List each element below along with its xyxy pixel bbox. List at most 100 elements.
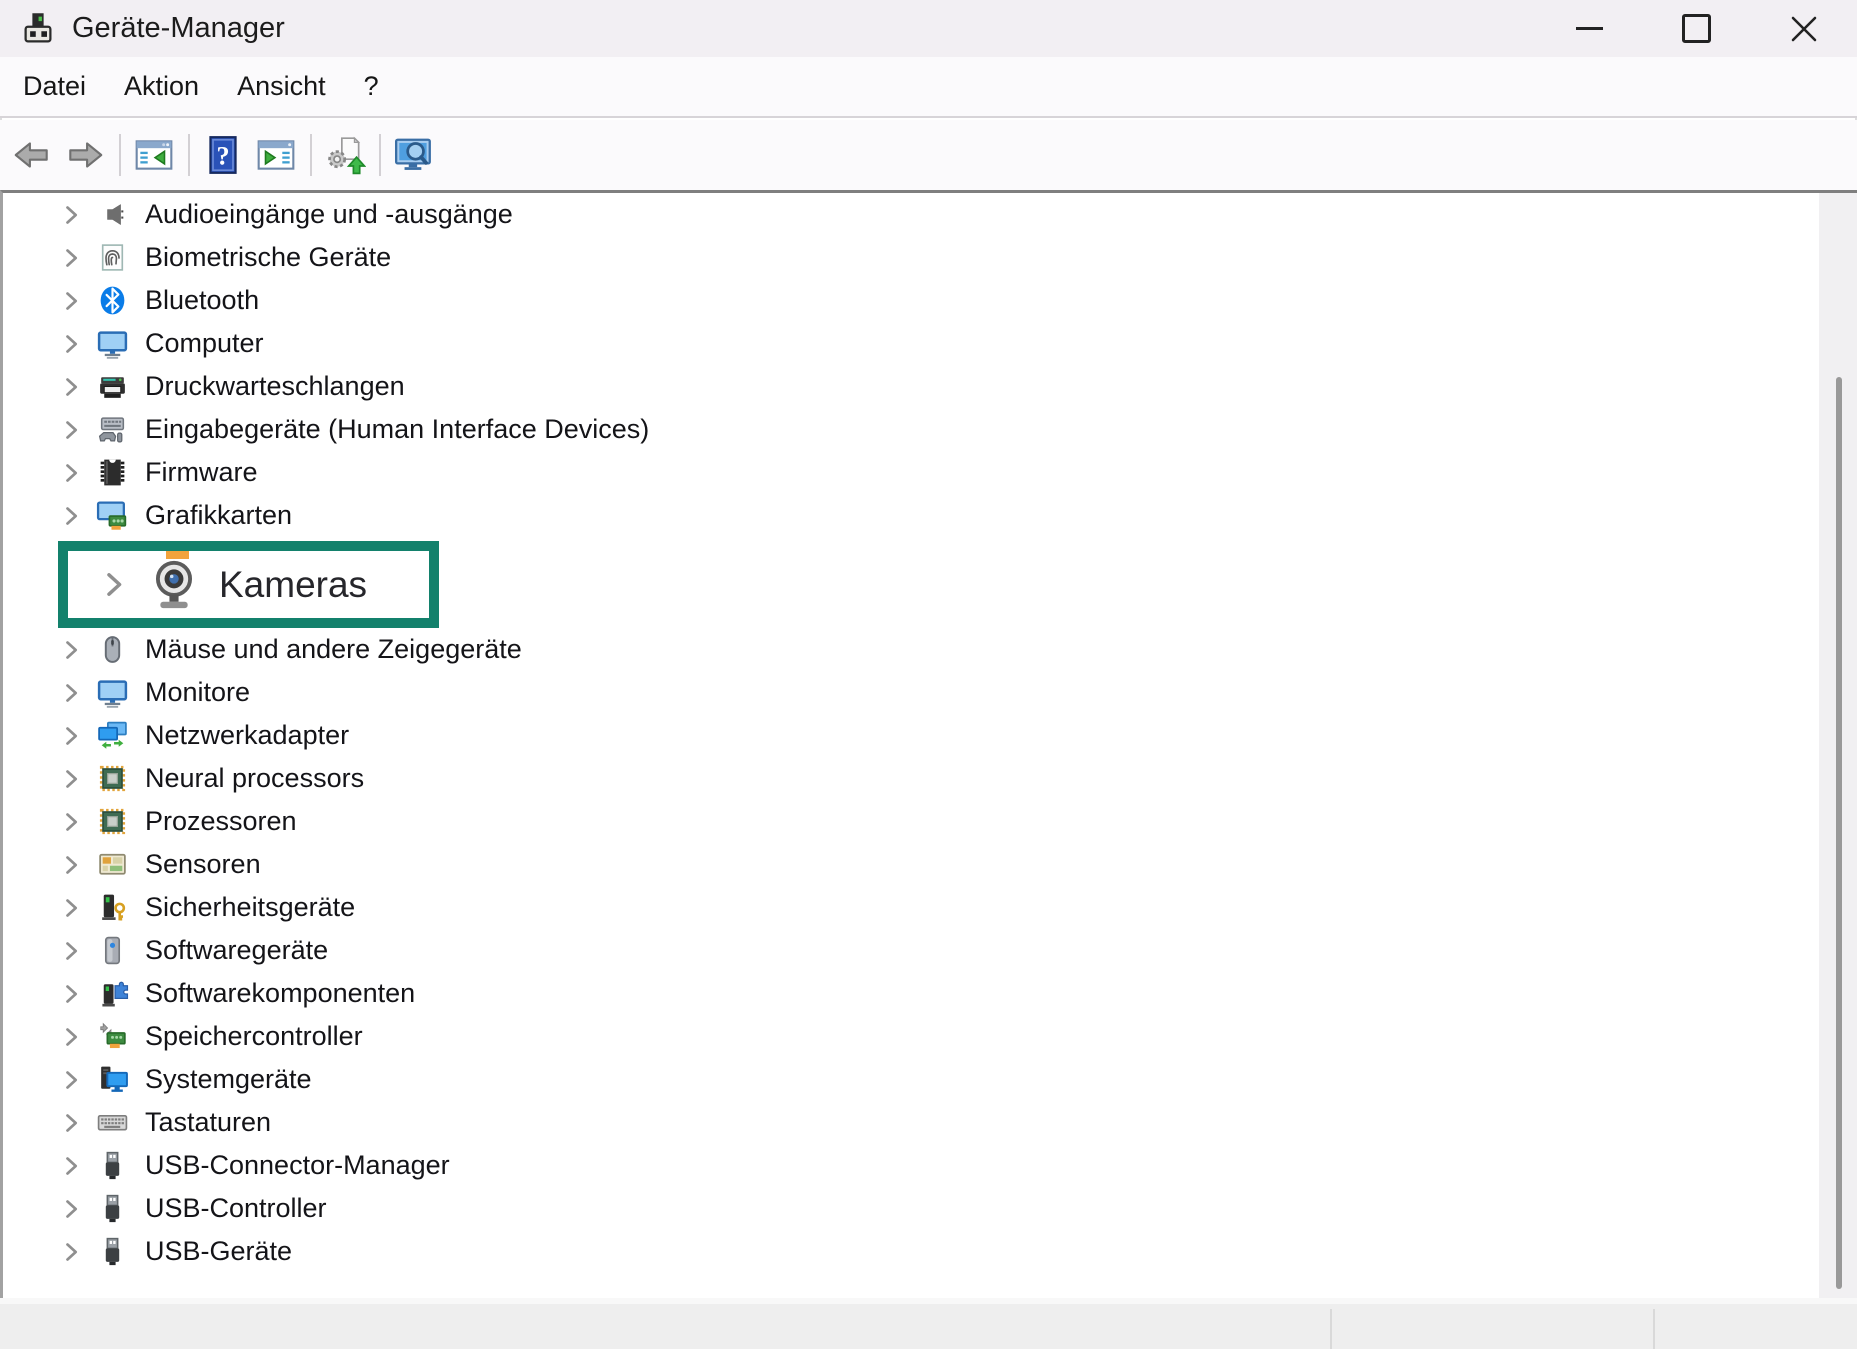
menu-ansicht[interactable]: Ansicht xyxy=(218,71,345,102)
tree-item-speichercontroller[interactable]: Speichercontroller xyxy=(3,1015,1857,1058)
chevron-right-icon[interactable] xyxy=(59,724,83,748)
tree-item-label: Firmware xyxy=(145,457,258,488)
tree-item-label: USB-Controller xyxy=(145,1193,327,1224)
statusbar xyxy=(0,1298,1857,1349)
minimize-button[interactable] xyxy=(1536,0,1643,57)
monitor-icon xyxy=(96,676,129,709)
back-button[interactable] xyxy=(8,130,56,180)
help-icon: ? xyxy=(202,134,244,176)
tree-item-neural-processors[interactable]: Neural processors xyxy=(3,757,1857,800)
tree-item-sicherheitsger-te[interactable]: Sicherheitsgeräte xyxy=(3,886,1857,929)
chevron-right-icon[interactable] xyxy=(59,982,83,1006)
chevron-right-icon[interactable] xyxy=(59,289,83,313)
vertical-scrollbar-thumb[interactable] xyxy=(1836,377,1842,1289)
chevron-right-icon[interactable] xyxy=(59,1068,83,1092)
show-console-tree-button[interactable] xyxy=(130,130,178,180)
show-action-pane-button[interactable] xyxy=(252,130,300,180)
chevron-right-icon[interactable] xyxy=(59,681,83,705)
chevron-right-icon[interactable] xyxy=(59,461,83,485)
usb-icon xyxy=(96,1192,129,1225)
update-driver-button[interactable] xyxy=(321,130,369,180)
forward-button[interactable] xyxy=(61,130,109,180)
tree-item-softwareger-te[interactable]: Softwaregeräte xyxy=(3,929,1857,972)
tree-item-tastaturen[interactable]: Tastaturen xyxy=(3,1101,1857,1144)
chevron-right-icon[interactable] xyxy=(59,853,83,877)
chevron-right-icon[interactable] xyxy=(98,569,129,600)
tree-item-prozessoren[interactable]: Prozessoren xyxy=(3,800,1857,843)
tree-item-monitore[interactable]: Monitore xyxy=(3,671,1857,714)
tree-item-label: Audioeingänge und -ausgänge xyxy=(145,199,513,230)
tree-item-label: Speichercontroller xyxy=(145,1021,363,1052)
tree-item-bluetooth[interactable]: Bluetooth xyxy=(3,279,1857,322)
usb-icon xyxy=(96,1149,129,1182)
tree-item-computer[interactable]: Computer xyxy=(3,322,1857,365)
back-arrow-icon xyxy=(11,134,53,176)
tree-item-label: Softwarekomponenten xyxy=(145,978,415,1009)
chevron-right-icon[interactable] xyxy=(59,418,83,442)
maximize-button[interactable] xyxy=(1643,0,1750,57)
tree-item-netzwerkadapter[interactable]: Netzwerkadapter xyxy=(3,714,1857,757)
system-icon xyxy=(96,1063,129,1096)
chip-icon xyxy=(96,456,129,489)
gpu-icon xyxy=(96,499,129,532)
tree-item-label: Kameras xyxy=(219,564,367,606)
tree-item-systemger-te[interactable]: Systemgeräte xyxy=(3,1058,1857,1101)
scan-hardware-changes-button[interactable] xyxy=(390,130,438,180)
menu-help[interactable]: ? xyxy=(345,71,398,102)
scan-hardware-icon xyxy=(393,134,435,176)
tree-item-label: Eingabegeräte (Human Interface Devices) xyxy=(145,414,649,445)
tree-item-softwarekomponenten[interactable]: Softwarekomponenten xyxy=(3,972,1857,1015)
tree-item-label: Neural processors xyxy=(145,763,364,794)
menu-datei[interactable]: Datei xyxy=(4,71,105,102)
forward-arrow-icon xyxy=(64,134,106,176)
chevron-right-icon[interactable] xyxy=(59,246,83,270)
device-manager-window: Geräte-Manager DateiAktionAnsicht? ? Aud… xyxy=(0,0,1857,1349)
tree-item-kameras-highlighted[interactable]: Kameras xyxy=(58,541,439,628)
close-button[interactable] xyxy=(1750,0,1857,57)
window-title: Geräte-Manager xyxy=(72,12,285,45)
tree-item-usb-ger-te[interactable]: USB-Geräte xyxy=(3,1230,1857,1273)
tree-item-firmware[interactable]: Firmware xyxy=(3,451,1857,494)
obscured-icon-fragment xyxy=(166,551,189,559)
chevron-right-icon[interactable] xyxy=(59,638,83,662)
tree-item-druckwarteschlangen[interactable]: Druckwarteschlangen xyxy=(3,365,1857,408)
window-controls xyxy=(1536,0,1857,57)
hid-icon xyxy=(96,413,129,446)
chevron-right-icon[interactable] xyxy=(59,203,83,227)
tree-item-usb-controller[interactable]: USB-Controller xyxy=(3,1187,1857,1230)
chevron-right-icon[interactable] xyxy=(59,375,83,399)
chevron-right-icon[interactable] xyxy=(59,1025,83,1049)
tree-item-eingabeger-te-human-interface-devices[interactable]: Eingabegeräte (Human Interface Devices) xyxy=(3,408,1857,451)
sensor-icon xyxy=(96,848,129,881)
bluetooth-icon xyxy=(96,284,129,317)
tree-item-audioeing-nge-und-ausg-nge[interactable]: Audioeingänge und -ausgänge xyxy=(3,193,1857,236)
help-button[interactable]: ? xyxy=(199,130,247,180)
mouse-icon xyxy=(96,633,129,666)
tree-item-biometrische-ger-te[interactable]: Biometrische Geräte xyxy=(3,236,1857,279)
update-driver-icon xyxy=(324,134,366,176)
tree-item-label: Systemgeräte xyxy=(145,1064,312,1095)
chevron-right-icon[interactable] xyxy=(59,939,83,963)
chevron-right-icon[interactable] xyxy=(59,1197,83,1221)
menu-aktion[interactable]: Aktion xyxy=(105,71,218,102)
software-device-icon xyxy=(96,934,129,967)
tree-item-usb-connector-manager[interactable]: USB-Connector-Manager xyxy=(3,1144,1857,1187)
chevron-right-icon[interactable] xyxy=(59,896,83,920)
chevron-right-icon[interactable] xyxy=(59,810,83,834)
tree-item-label: Sensoren xyxy=(145,849,261,880)
tree-item-sensoren[interactable]: Sensoren xyxy=(3,843,1857,886)
chevron-right-icon[interactable] xyxy=(59,1111,83,1135)
chevron-right-icon[interactable] xyxy=(59,1240,83,1264)
chevron-right-icon[interactable] xyxy=(59,504,83,528)
speaker-icon xyxy=(96,198,129,231)
chevron-right-icon[interactable] xyxy=(59,332,83,356)
tree-item-label: Tastaturen xyxy=(145,1107,271,1138)
fingerprint-icon xyxy=(96,241,129,274)
tree-item-m-use-und-andere-zeigeger-te[interactable]: Mäuse und andere Zeigegeräte xyxy=(3,628,1857,671)
tree-item-label: Grafikkarten xyxy=(145,500,292,531)
close-icon xyxy=(1790,15,1818,43)
tree-item-grafikkarten[interactable]: Grafikkarten xyxy=(3,494,1857,537)
monitor-icon xyxy=(96,327,129,360)
chevron-right-icon[interactable] xyxy=(59,1154,83,1178)
chevron-right-icon[interactable] xyxy=(59,767,83,791)
